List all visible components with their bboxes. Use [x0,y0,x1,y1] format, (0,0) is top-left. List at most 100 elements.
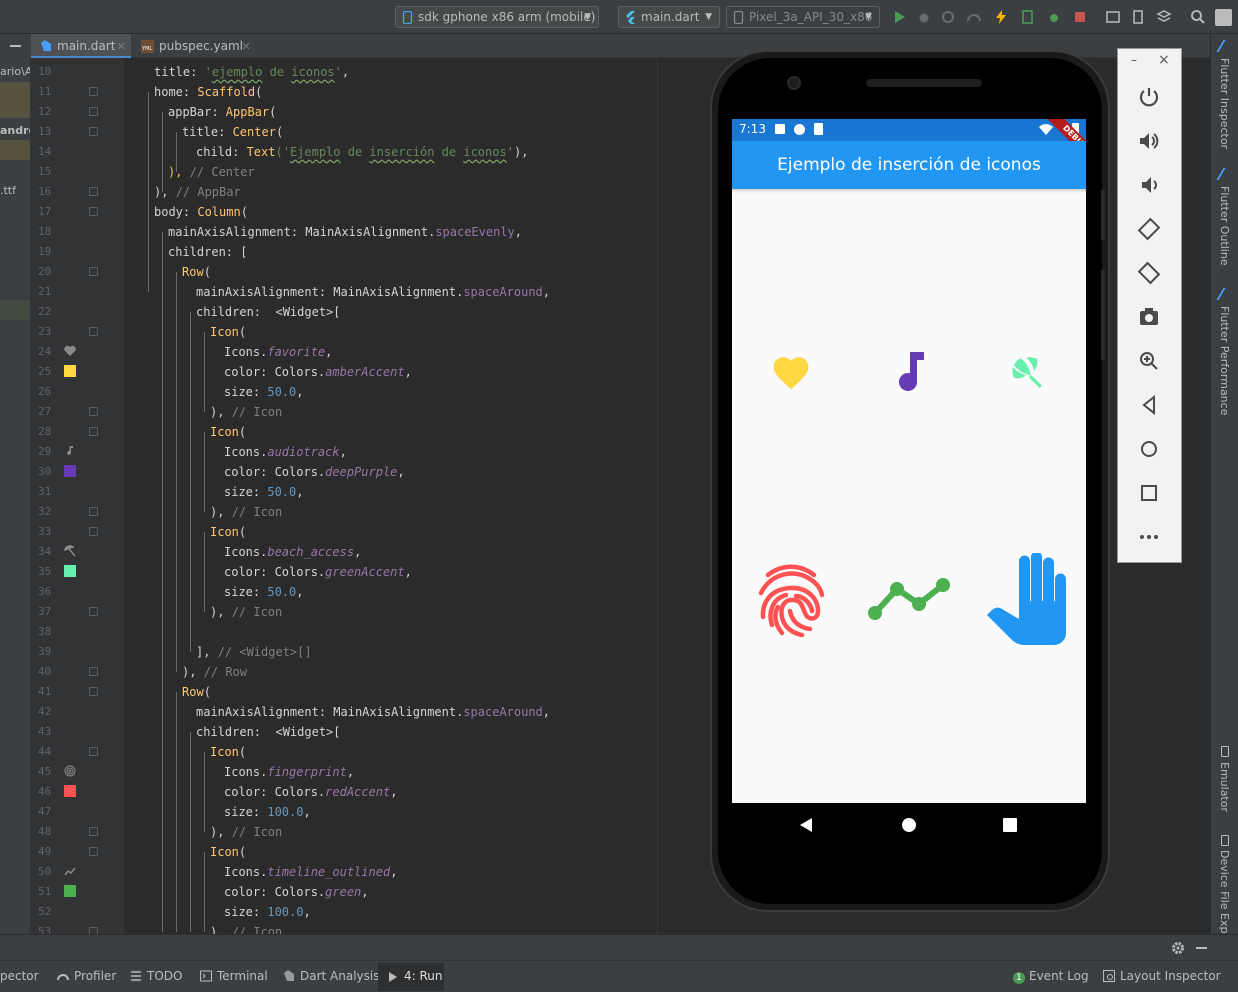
flutter-outline-tab[interactable]: Flutter Outline [1218,186,1231,266]
fold-marker[interactable] [89,847,98,856]
code-token: , [390,785,398,799]
flutter-inspector-tab[interactable]: Flutter Inspector [1218,58,1231,149]
minimize-icon[interactable]: – [1131,53,1137,67]
rotate-right-icon[interactable] [1137,261,1161,285]
code-editor[interactable]: title: 'ejemplo de iconos', home: Scaffol… [124,58,710,934]
inspector-tab[interactable]: pector [0,969,39,983]
layout-inspector-tab[interactable]: Layout Inspector [1103,969,1221,983]
fold-marker[interactable] [89,407,98,416]
volume-up-icon[interactable] [1137,129,1161,153]
more-options-icon[interactable] [1137,525,1161,549]
fold-marker[interactable] [89,827,98,836]
home-icon[interactable] [1137,437,1161,461]
line-number: 49 [38,845,52,858]
nav-back-icon[interactable] [800,818,812,832]
project-item[interactable]: .ttf [0,184,16,197]
avatar[interactable] [1215,9,1232,26]
hot-restart-icon[interactable] [1020,9,1036,25]
device-manager-icon[interactable] [1131,9,1147,25]
project-item[interactable]: ario\A [0,65,30,78]
nav-home-icon[interactable] [902,818,916,832]
overview-icon[interactable] [1137,481,1161,505]
fold-marker[interactable] [89,327,98,336]
power-icon[interactable] [1137,85,1161,109]
code-token: Text [246,145,276,159]
code-token: color: Colors. [224,365,326,379]
zoom-icon[interactable] [1137,349,1161,373]
back-icon[interactable] [1137,393,1161,417]
rotate-left-icon[interactable] [1137,217,1161,241]
coverage-icon[interactable] [966,9,982,25]
profile-icon[interactable] [940,9,956,25]
tab-pubspec-yaml[interactable]: YML pubspec.yaml × [135,34,253,58]
fold-marker[interactable] [89,207,98,216]
code-token: ( [255,85,263,99]
code-line: mainAxisAlignment: MainAxisAlignment.spa… [168,222,522,242]
run-config-selector[interactable]: main.dart ▼ [618,6,720,28]
color-swatch-amber[interactable] [64,365,76,377]
code-token: Icon [210,845,239,859]
hot-reload-icon[interactable] [993,9,1009,25]
fold-marker[interactable] [89,927,98,934]
pan-tool-hand-icon[interactable] [985,553,1071,645]
color-swatch-red-accent[interactable] [64,785,76,797]
attach-debugger-icon[interactable] [1046,9,1062,25]
avd-selector[interactable]: Pixel_3a_API_30_x86 ▼ [726,6,880,28]
run-icon[interactable] [892,9,908,25]
fold-marker[interactable] [89,87,98,96]
color-swatch-green-accent[interactable] [64,565,76,577]
device-screen[interactable]: 7:13 DEBUG Ejemplo de inserción de icono… [732,119,1086,803]
indent-guide [176,692,177,932]
color-swatch-deep-purple[interactable] [64,465,76,477]
fold-marker[interactable] [89,267,98,276]
event-log-tab[interactable]: 1 Event Log [1013,969,1089,984]
fold-marker[interactable] [89,187,98,196]
device-selector[interactable]: sdk gphone x86 arm (mobile) ▼ [395,6,599,28]
gear-icon[interactable] [1171,941,1185,955]
code-line: Icons.audiotrack, [224,442,347,462]
flutter-icon [1216,168,1236,180]
flutter-performance-tab[interactable]: Flutter Performance [1218,306,1231,415]
code-token: deepPurple [325,465,398,479]
fold-marker[interactable] [89,747,98,756]
timeline-outlined-icon[interactable] [866,576,952,622]
fold-marker[interactable] [89,127,98,136]
debug-icon[interactable] [916,9,932,25]
status-bar: 7:13 DEBUG [732,119,1086,167]
camera-icon[interactable] [1137,305,1161,329]
sdk-manager-icon[interactable] [1156,9,1172,25]
fold-marker[interactable] [89,607,98,616]
fold-marker[interactable] [89,107,98,116]
fold-marker[interactable] [89,427,98,436]
audiotrack-icon[interactable] [892,352,924,392]
line-number: 46 [38,785,52,798]
tab-main-dart[interactable]: main.dart × [31,34,131,58]
nav-recents-icon[interactable] [1003,818,1017,832]
profiler-tab[interactable]: Profiler [57,969,116,983]
favorite-icon[interactable] [770,352,812,392]
fold-marker[interactable] [89,687,98,696]
project-item[interactable]: andro [0,124,30,137]
volume-down-icon[interactable] [1137,173,1161,197]
terminal-tab[interactable]: Terminal [200,969,268,983]
emulator-tab[interactable]: Emulator [1218,762,1231,812]
beach-access-icon[interactable] [1006,353,1048,393]
dart-analysis-tab[interactable]: Dart Analysis [283,969,380,983]
app-bar-shadow [732,189,1086,193]
fold-marker[interactable] [89,507,98,516]
todo-tab[interactable]: TODO [130,969,182,983]
fingerprint-icon[interactable] [756,561,826,639]
line-number: 18 [38,225,52,238]
stop-icon[interactable] [1072,9,1088,25]
color-swatch-green[interactable] [64,885,76,897]
close-icon[interactable]: × [1158,52,1170,68]
fold-marker[interactable] [89,527,98,536]
fold-marker[interactable] [89,667,98,676]
run-tab-selected[interactable]: 4: Run [378,963,444,991]
hide-panel-icon[interactable] [1196,947,1207,949]
close-icon[interactable]: × [116,34,126,58]
avd-manager-icon[interactable] [1105,9,1121,25]
search-icon[interactable] [1190,9,1206,25]
minimize-panel-button[interactable] [0,34,30,58]
close-icon[interactable]: × [241,34,251,58]
